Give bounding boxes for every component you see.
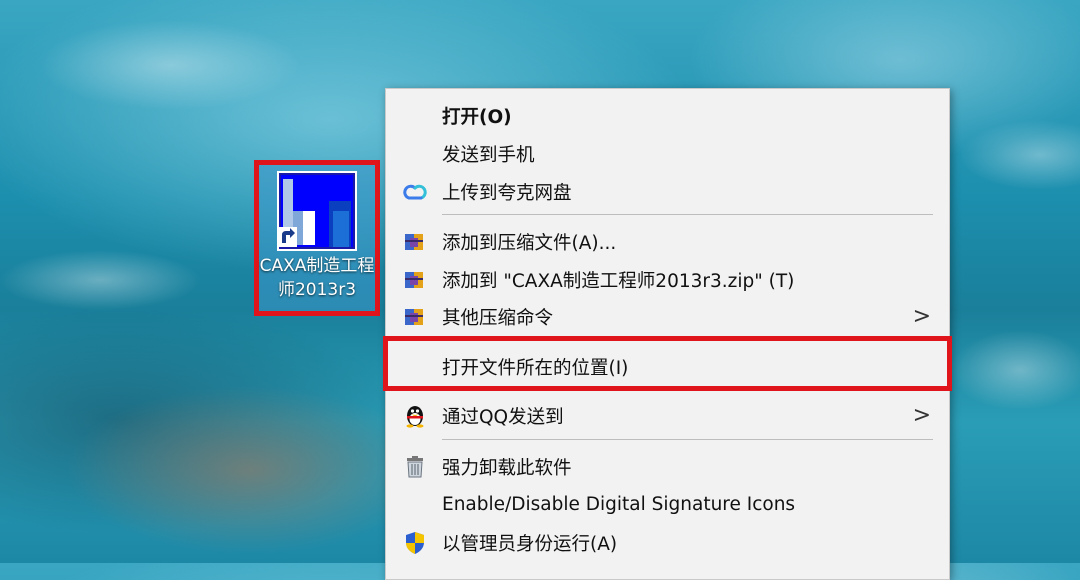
- menu-separator: [442, 439, 933, 440]
- chevron-right-icon: >: [912, 304, 931, 329]
- qq-penguin-icon: [402, 403, 428, 429]
- menu-item-upload-quark[interactable]: 上传到夸克网盘: [386, 173, 949, 210]
- trash-icon: [402, 454, 428, 480]
- water-highlight: [0, 250, 200, 310]
- highlight-box: [383, 336, 952, 391]
- caxa-app-icon: [277, 171, 357, 251]
- menu-item-digital-signature-icons[interactable]: Enable/Disable Digital Signature Icons: [386, 486, 949, 523]
- menu-item-add-to-zip[interactable]: 添加到 "CAXA制造工程师2013r3.zip" (T): [386, 261, 949, 298]
- menu-item-send-via-qq[interactable]: 通过QQ发送到 >: [386, 397, 949, 434]
- water-highlight: [960, 120, 1080, 190]
- menu-item-open[interactable]: 打开(O): [386, 97, 949, 134]
- menu-item-label: 打开(O): [442, 106, 512, 128]
- menu-item-label: 以管理员身份运行(A): [442, 533, 618, 555]
- winrar-icon: [402, 304, 428, 330]
- menu-item-other-compress[interactable]: 其他压缩命令 >: [386, 298, 949, 335]
- context-menu: 打开(O) 发送到手机 上传到夸克网盘 添加到压缩文件(A)... 添加到 "C…: [385, 88, 950, 580]
- winrar-icon: [402, 229, 428, 255]
- uac-shield-icon: [402, 530, 428, 556]
- menu-item-label: 强力卸载此软件: [442, 457, 572, 479]
- menu-item-label: 通过QQ发送到: [442, 406, 564, 428]
- menu-item-send-to-phone[interactable]: 发送到手机: [386, 135, 949, 172]
- cloud-upload-icon: [402, 179, 428, 205]
- water-highlight: [40, 20, 300, 110]
- menu-item-label: 发送到手机: [442, 144, 535, 166]
- menu-item-add-to-archive[interactable]: 添加到压缩文件(A)...: [386, 223, 949, 260]
- menu-item-label: Enable/Disable Digital Signature Icons: [442, 494, 796, 515]
- desktop-shortcut-caxa[interactable]: CAXA制造工程师2013r3: [254, 160, 380, 316]
- water-highlight: [950, 330, 1080, 410]
- menu-item-force-uninstall[interactable]: 强力卸载此软件: [386, 448, 949, 485]
- menu-item-label: 添加到压缩文件(A)...: [442, 232, 617, 254]
- winrar-icon: [402, 267, 428, 293]
- menu-item-label: 其他压缩命令: [442, 307, 554, 329]
- menu-item-label: 上传到夸克网盘: [442, 182, 572, 204]
- menu-separator: [442, 214, 933, 215]
- chevron-right-icon: >: [912, 403, 931, 428]
- menu-item-run-as-admin[interactable]: 以管理员身份运行(A): [386, 524, 949, 561]
- menu-item-label: 添加到 "CAXA制造工程师2013r3.zip" (T): [442, 270, 795, 292]
- desktop-icon-label: CAXA制造工程师2013r3: [259, 256, 375, 300]
